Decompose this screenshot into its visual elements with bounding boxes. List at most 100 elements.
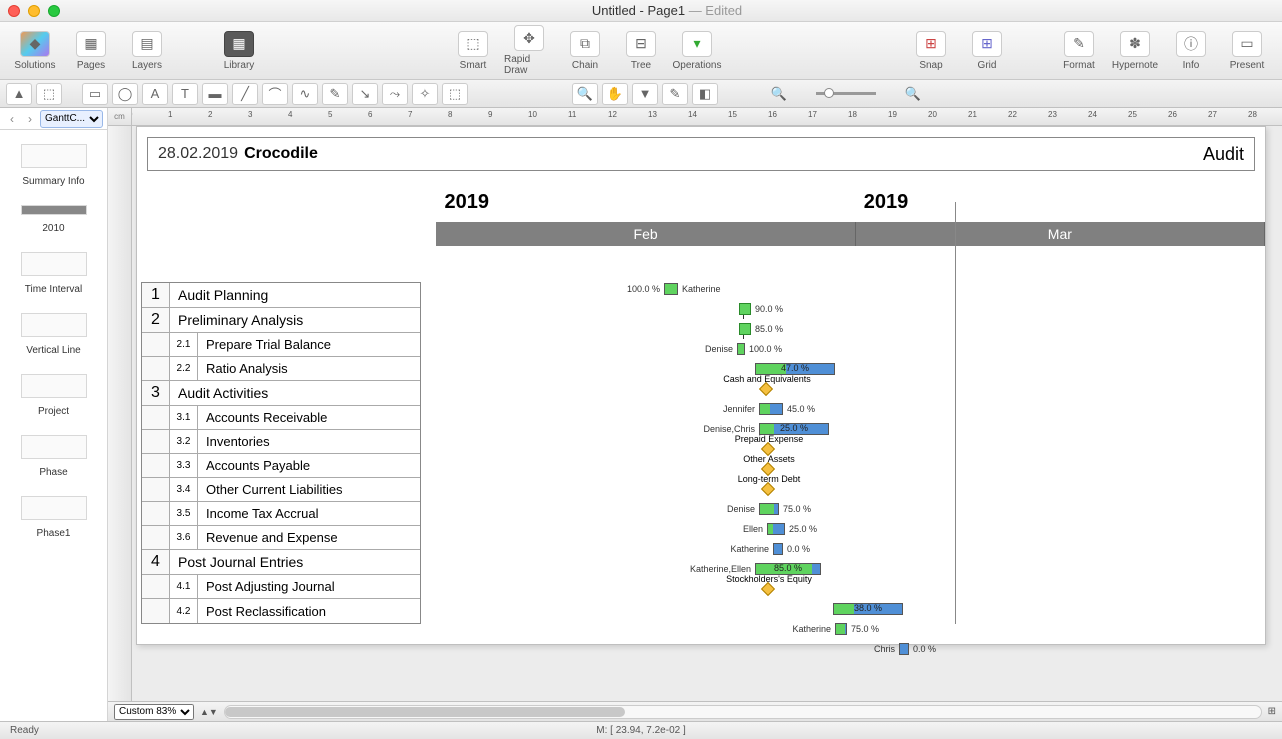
- text-tool[interactable]: A: [142, 83, 168, 105]
- connector-tool[interactable]: ↘: [352, 83, 378, 105]
- year-label: 2019: [856, 187, 1265, 218]
- gantt-bar: Denise100.0 %: [737, 342, 745, 356]
- table-row: 3.3Accounts Payable: [142, 454, 420, 478]
- gantt-bar: Katherine0.0 %: [773, 542, 783, 556]
- callout-tool[interactable]: ▬: [202, 83, 228, 105]
- ruler-horizontal: cm 0123456789101112131415161718192021222…: [108, 108, 1282, 126]
- doc-header: 28.02.2019 Crocodile Audit: [147, 137, 1255, 171]
- gantt-bar: 100.0 %Katherine: [664, 282, 678, 296]
- gantt-bar: Chris0.0 %: [899, 642, 909, 656]
- arc-tool[interactable]: ⌒: [262, 83, 288, 105]
- table-row: 4.1Post Adjusting Journal: [142, 575, 420, 599]
- stencil-item[interactable]: Project: [0, 368, 107, 429]
- h-scrollbar[interactable]: [224, 705, 1262, 719]
- stencil-item[interactable]: 2010: [0, 199, 107, 246]
- zoom-window-icon[interactable]: [48, 5, 60, 17]
- stencil-item[interactable]: Vertical Line: [0, 307, 107, 368]
- zoom-bar: Custom 83% ▲▼ ⊞: [108, 701, 1282, 721]
- stencil-fwd-icon[interactable]: ›: [22, 112, 38, 126]
- zoom-select[interactable]: Custom 83%: [114, 704, 194, 720]
- stencil-back-icon[interactable]: ‹: [4, 112, 20, 126]
- table-row: 3.5Income Tax Accrual: [142, 502, 420, 526]
- pen-tool[interactable]: ✎: [322, 83, 348, 105]
- gantt-bar: Cash and Equivalents: [761, 382, 773, 396]
- close-window-icon[interactable]: [8, 5, 20, 17]
- document-page: 28.02.2019 Crocodile Audit 2019 2019 Feb…: [136, 126, 1266, 645]
- stencil-select[interactable]: GanttC...: [40, 110, 103, 128]
- operations-button[interactable]: ▾Operations: [672, 31, 722, 71]
- status-coords: M: [ 23.94, 7.2e-02 ]: [596, 725, 686, 736]
- layers-button[interactable]: ▤Layers: [122, 31, 172, 71]
- library-button[interactable]: ▦Library: [214, 31, 264, 71]
- solutions-button[interactable]: ◆Solutions: [10, 31, 60, 71]
- rapid-draw-button[interactable]: ✥Rapid Draw: [504, 25, 554, 76]
- zoom-out-icon[interactable]: 🔍: [766, 83, 792, 105]
- minimize-window-icon[interactable]: [28, 5, 40, 17]
- eyedropper-tool[interactable]: ✎: [662, 83, 688, 105]
- hand-tool[interactable]: ✋: [602, 83, 628, 105]
- stencil-item[interactable]: Time Interval: [0, 246, 107, 307]
- canvas[interactable]: 28.02.2019 Crocodile Audit 2019 2019 Feb…: [132, 126, 1282, 701]
- smart-button[interactable]: ⬚Smart: [448, 31, 498, 71]
- stencil-item[interactable]: Phase1: [0, 490, 107, 551]
- ellipse-tool[interactable]: ◯: [112, 83, 138, 105]
- gantt-bar: Katherine75.0 %: [835, 622, 847, 636]
- zoom-tool[interactable]: 🔍: [572, 83, 598, 105]
- gantt-chart: 100.0 %Katherine 90.0 % 85.0 % Denise100.0 …: [421, 282, 1265, 624]
- table-row: 4.2Post Reclassification: [142, 599, 420, 623]
- table-row: 2.1Prepare Trial Balance: [142, 333, 420, 357]
- status-bar: Ready M: [ 23.94, 7.2e-02 ]: [0, 721, 1282, 739]
- gantt-bar: Denise75.0 %: [759, 502, 779, 516]
- ruler-vertical: [108, 126, 132, 701]
- tree-button[interactable]: ⊟Tree: [616, 31, 666, 71]
- main-toolbar: ◆Solutions ▦Pages ▤Layers ▦Library ⬚Smar…: [0, 22, 1282, 80]
- table-row: 3.4Other Current Liabilities: [142, 478, 420, 502]
- hypernote-button[interactable]: ✽Hypernote: [1110, 31, 1160, 71]
- status-ready: Ready: [10, 725, 39, 736]
- pages-button[interactable]: ▦Pages: [66, 31, 116, 71]
- gantt-bar: Ellen25.0 %: [767, 522, 785, 536]
- select-tool[interactable]: ▲: [6, 83, 32, 105]
- smart-connector-tool[interactable]: ⤳: [382, 83, 408, 105]
- snap-button[interactable]: ⊞Snap: [906, 31, 956, 71]
- textbox-tool[interactable]: T: [172, 83, 198, 105]
- month-label: Feb: [436, 222, 855, 246]
- titlebar: Untitled - Page1 — Edited: [0, 0, 1282, 22]
- line-tool[interactable]: ╱: [232, 83, 258, 105]
- zoom-slider[interactable]: [816, 92, 876, 95]
- grid-button[interactable]: ⊞Grid: [962, 31, 1012, 71]
- stencil-item[interactable]: Summary Info: [0, 138, 107, 199]
- table-row: 3.6Revenue and Expense: [142, 526, 420, 550]
- gantt-bar: 85.0 %: [739, 322, 751, 336]
- table-row: 3Audit Activities: [142, 381, 420, 406]
- month-divider: [955, 202, 956, 624]
- info-button[interactable]: ⓘInfo: [1166, 31, 1216, 71]
- table-row: 4Post Journal Entries: [142, 550, 420, 575]
- crop-tool[interactable]: ⬚: [442, 83, 468, 105]
- chain-button[interactable]: ⧉Chain: [560, 31, 610, 71]
- task-table: 1Audit Planning2Preliminary Analysis2.1P…: [141, 282, 421, 624]
- gantt-bar: Long-term Debt: [763, 482, 775, 496]
- format-button[interactable]: ✎Format: [1054, 31, 1104, 71]
- table-row: 3.1Accounts Receivable: [142, 406, 420, 430]
- eraser-tool[interactable]: ◧: [692, 83, 718, 105]
- table-row: 3.2Inventories: [142, 430, 420, 454]
- year-label: 2019: [436, 187, 855, 218]
- marquee-tool[interactable]: ⬚: [36, 83, 62, 105]
- reshape-tool[interactable]: ✧: [412, 83, 438, 105]
- stamp-tool[interactable]: ▼: [632, 83, 658, 105]
- present-button[interactable]: ▭Present: [1222, 31, 1272, 71]
- drawing-toolbar: ▲ ⬚ ▭ ◯ A T ▬ ╱ ⌒ ∿ ✎ ↘ ⤳ ✧ ⬚ 🔍 ✋ ▼ ✎ ◧ …: [0, 80, 1282, 108]
- window-title: Untitled - Page1 — Edited: [60, 3, 1274, 18]
- gantt-bar: 38.0 %: [833, 602, 903, 616]
- gantt-bar: 90.0 %: [739, 302, 751, 316]
- table-row: 1Audit Planning: [142, 283, 420, 308]
- stencil-item[interactable]: Phase: [0, 429, 107, 490]
- zoom-in-icon[interactable]: 🔍: [900, 83, 926, 105]
- expand-icon[interactable]: ⊞: [1268, 706, 1276, 717]
- gantt-bar: Stockholders's Equity: [763, 582, 775, 596]
- spline-tool[interactable]: ∿: [292, 83, 318, 105]
- rect-tool[interactable]: ▭: [82, 83, 108, 105]
- stencil-panel: ‹ › GanttC... Summary Info2010Time Inter…: [0, 108, 108, 721]
- table-row: 2Preliminary Analysis: [142, 308, 420, 333]
